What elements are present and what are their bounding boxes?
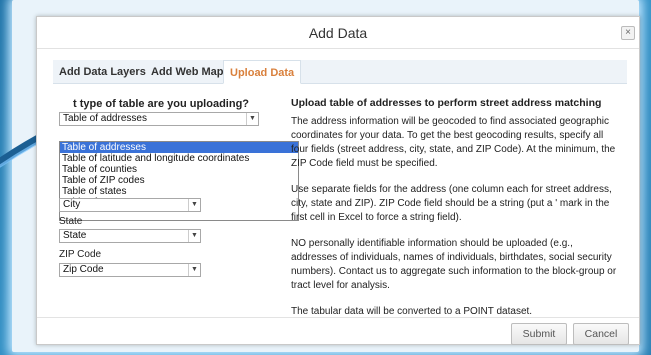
table-type-value: Table of addresses [63,113,147,124]
zip-value: Zip Code [63,264,104,275]
footer-divider [37,317,639,318]
city-select[interactable]: City ▼ [59,198,201,212]
state-select[interactable]: State ▼ [59,229,201,243]
tab-add-data-layers[interactable]: Add Data Layers [53,60,152,84]
upload-instructions: Upload table of addresses to perform str… [291,97,621,331]
option-counties[interactable]: Table of counties [60,164,298,175]
dialog-title: Add Data [308,25,368,41]
table-type-select[interactable]: Table of addresses ▼ [59,112,259,126]
option-zip-codes[interactable]: Table of ZIP codes [60,175,298,186]
option-states[interactable]: Table of states [60,186,298,197]
instructions-paragraph-2: Use separate fields for the address (one… [291,184,612,223]
city-value: City [63,199,81,210]
state-value: State [63,230,87,241]
cancel-button[interactable]: Cancel [573,323,629,345]
zip-label: ZIP Code [59,249,102,260]
submit-button[interactable]: Submit [511,323,567,345]
instructions-paragraph-1: The address information will be geocoded… [291,116,616,169]
tab-bar: Add Data Layers Add Web Maps Upload Data [53,60,627,84]
option-latitude-longitude[interactable]: Table of latitude and longitude coordina… [60,153,298,164]
add-data-dialog: Add Data × Add Data Layers Add Web Maps … [36,16,640,345]
zip-select[interactable]: Zip Code ▼ [59,263,201,277]
close-icon[interactable]: × [621,26,635,40]
chevron-down-icon: ▼ [188,230,200,242]
dialog-title-bar: Add Data × [37,17,639,49]
chevron-down-icon: ▼ [188,199,200,211]
chevron-down-icon: ▼ [188,264,200,276]
option-table-of-addresses[interactable]: Table of addresses [60,142,298,153]
state-label: State [59,216,83,227]
instructions-heading: Upload table of addresses to perform str… [291,97,602,109]
chevron-down-icon: ▼ [246,113,258,125]
table-type-question: t type of table are you uploading? [73,98,250,110]
tab-upload-data[interactable]: Upload Data [223,60,302,84]
instructions-paragraph-3: NO personally identifiable information s… [291,238,617,291]
